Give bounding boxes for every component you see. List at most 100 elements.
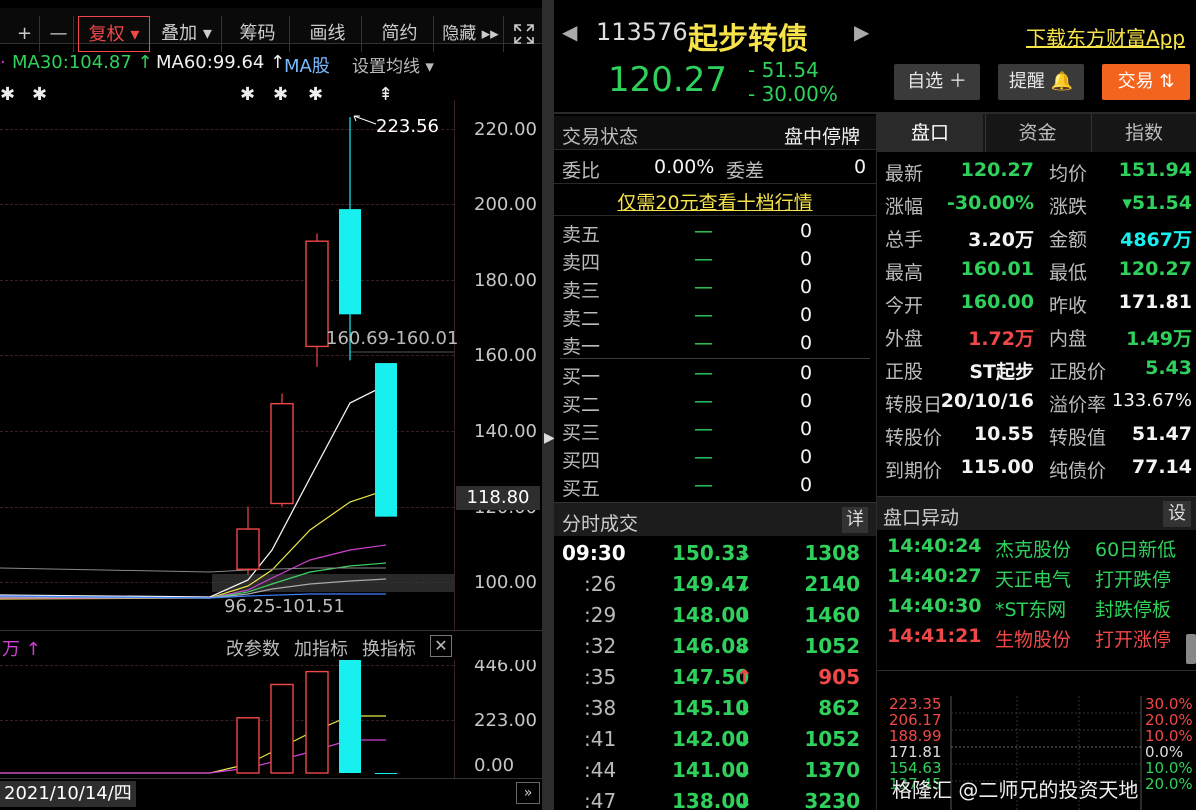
switch-indicator-button[interactable]: 换指标 [362, 635, 416, 661]
volume-bar[interactable] [236, 717, 260, 774]
level-label: 卖四 [562, 252, 601, 274]
level2-promo-link[interactable]: 仅需20元查看十档行情 [617, 188, 812, 215]
change-params-button[interactable]: 改参数 [226, 635, 280, 661]
panel-splitter[interactable]: ▶ [542, 0, 555, 810]
weibi-row: 委比 0.00% 委差 0 [554, 150, 876, 184]
alert-stock: 生物股份 [995, 629, 1072, 651]
level-price: — [694, 362, 713, 384]
tick-row[interactable]: :26 149.47 ↓ 2140 [554, 569, 876, 600]
tick-time: :44 [584, 758, 617, 782]
collapse-arrow-icon[interactable]: ▶ [544, 430, 555, 460]
quote-row: 到期价 115.00 纯债价 77.14 [877, 451, 1196, 484]
ticks-detail-button[interactable]: 详 [842, 507, 868, 533]
bid-row[interactable]: 买一 — 0 [554, 360, 876, 388]
tick-row[interactable]: :38 145.10 ↓ 862 [554, 693, 876, 724]
tick-row[interactable]: :32 146.08 ↓ 1052 [554, 631, 876, 662]
adjust-dropdown[interactable]: 复权 ▾ [78, 16, 150, 52]
quote-value: 51.47 [1131, 423, 1192, 445]
alert-event: 打开涨停 [1095, 629, 1172, 651]
prev-stock-icon[interactable]: ◀ [562, 20, 577, 44]
candle-body[interactable] [236, 528, 260, 570]
volume-bar[interactable] [270, 683, 294, 774]
y-tick: 100.00 [474, 572, 537, 593]
quote-value: 1.49万 [1126, 328, 1192, 350]
ask-row[interactable]: 卖四 — 0 [554, 246, 876, 274]
volume-bar[interactable] [339, 660, 361, 773]
candles-svg [0, 117, 454, 600]
ask-row[interactable]: 卖一 — 0 [554, 330, 876, 358]
tick-row[interactable]: :47 138.00 ↓ 3230 [554, 786, 876, 810]
alert-row[interactable]: 14:41:21 生物股份 打开涨停 [877, 622, 1187, 652]
candle-body[interactable] [375, 363, 397, 517]
alerts-scrollbar[interactable] [1186, 634, 1196, 664]
kline-panel[interactable]: + — 复权 ▾ 叠加 ▾ 筹码 画线 简约 隐藏 ▸▸ · MA30:104.… [0, 0, 545, 810]
simple-mode-button[interactable]: 简约 [366, 16, 434, 52]
quote-label: 溢价率 [1049, 394, 1107, 416]
zoom-out-button[interactable]: — [44, 16, 74, 52]
tick-row[interactable]: :29 148.00 ↓ 1460 [554, 600, 876, 631]
volume-bar[interactable] [305, 670, 329, 774]
tick-row[interactable]: :35 147.50 ↑ 905 [554, 662, 876, 693]
tick-row[interactable]: :41 142.00 ↓ 1052 [554, 724, 876, 755]
alert-row[interactable]: 14:40:27 天正电气 打开跌停 [877, 562, 1187, 592]
alert-row[interactable]: 14:40:30 *ST东网 封跌停板 [877, 592, 1187, 622]
arrow-down-icon: ↓ [736, 727, 753, 751]
tick-row[interactable]: :44 141.00 ↓ 1370 [554, 755, 876, 786]
quote-label: 均价 [1049, 163, 1088, 185]
quote-value: 160.01 [960, 258, 1034, 280]
next-stock-icon[interactable]: ▶ [854, 20, 869, 44]
close-icon[interactable]: ✕ [430, 635, 452, 657]
hide-button[interactable]: 隐藏 ▸▸ [438, 16, 504, 52]
alert-stock: *ST东网 [995, 599, 1067, 621]
indicator-value: 万 ↑ [2, 639, 41, 660]
ask-row[interactable]: 卖五 — 0 [554, 218, 876, 246]
mini-left-tick: 206.17 [889, 711, 942, 729]
tick-volume: 1308 [804, 541, 860, 565]
overlay-dropdown[interactable]: 叠加 ▾ [152, 16, 222, 52]
bid-row[interactable]: 买四 — 0 [554, 444, 876, 472]
chips-button[interactable]: 筹码 [226, 16, 290, 52]
zoom-in-button[interactable]: + [10, 16, 40, 52]
arrow-down-icon: ↓ [736, 758, 753, 782]
mini-right-tick: 0.0% [1145, 743, 1184, 761]
tick-row[interactable]: 09:30 150.33 ↓ 1308 [554, 538, 876, 569]
bid-row[interactable]: 买五 — 0 [554, 472, 876, 500]
tab-pankou[interactable]: 盘口 [877, 114, 983, 152]
ma-type-label[interactable]: MA股 [284, 52, 330, 78]
ticks-header: 分时成交 详 [554, 502, 876, 536]
detail-tabs: 盘口 资金 指数 [877, 114, 1196, 152]
add-indicator-button[interactable]: 加指标 [294, 635, 348, 661]
forward-icon[interactable]: » [516, 782, 540, 804]
price-change: - 51.54 [748, 58, 819, 82]
draw-line-button[interactable]: 画线 [294, 16, 362, 52]
bid-row[interactable]: 买三 — 0 [554, 416, 876, 444]
quote-row: 转股日 20/10/16 溢价率 133.67% [877, 385, 1196, 418]
expand-icon[interactable] [508, 16, 540, 52]
arrow-down-icon: ↓ [736, 541, 753, 565]
level-price: — [694, 276, 713, 298]
alert-row[interactable]: 14:40:24 杰克股份 60日新低 [877, 532, 1187, 562]
set-ma-dropdown[interactable]: 设置均线 ▾ [352, 52, 434, 77]
alerts-settings-button[interactable]: 设 [1163, 501, 1191, 527]
bid-row[interactable]: 买二 — 0 [554, 388, 876, 416]
arrow-down-icon: ↓ [736, 572, 753, 596]
volume-bar[interactable] [375, 773, 397, 774]
level-price: — [694, 418, 713, 440]
quote-value: 3.20万 [968, 229, 1034, 251]
reminder-button[interactable]: 提醒 🔔 [998, 64, 1084, 100]
tab-zijin[interactable]: 资金 [985, 114, 1089, 152]
level-volume: 0 [800, 390, 813, 412]
alert-stock: 天正电气 [995, 569, 1072, 591]
add-watchlist-button[interactable]: 自选 ＋ [894, 64, 980, 100]
mini-right-tick: 10.0% [1145, 759, 1193, 777]
ask-row[interactable]: 卖二 — 0 [554, 302, 876, 330]
candle-body[interactable] [305, 240, 329, 348]
ticks-title: 分时成交 [562, 513, 639, 535]
trade-button[interactable]: 交易 ⇅ [1102, 64, 1190, 100]
candle-body[interactable] [270, 402, 294, 505]
tab-zhishu[interactable]: 指数 [1091, 114, 1196, 152]
download-app-link[interactable]: 下载东方财富App [1026, 22, 1185, 51]
candle-body[interactable] [339, 209, 361, 315]
ask-row[interactable]: 卖三 — 0 [554, 274, 876, 302]
quote-value: 115.00 [960, 456, 1034, 478]
